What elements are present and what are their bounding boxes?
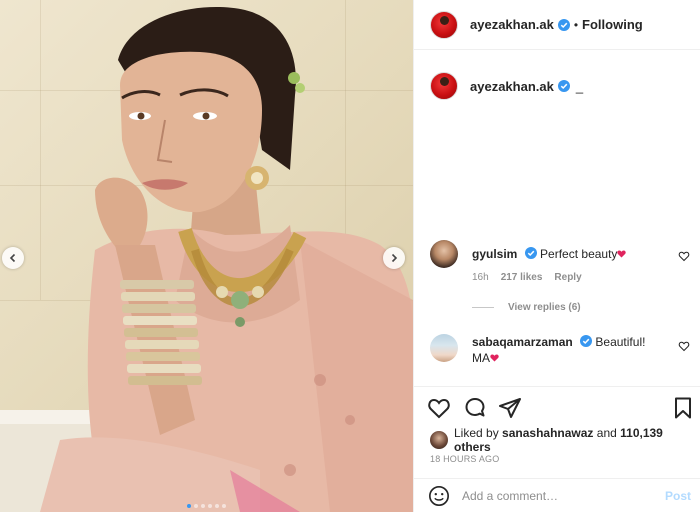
- likes-and-label: and: [596, 426, 617, 440]
- replies-divider: [472, 307, 494, 308]
- author-avatar[interactable]: [430, 10, 458, 39]
- view-replies-button[interactable]: View replies (6): [472, 302, 581, 313]
- following-button[interactable]: Following: [582, 17, 643, 32]
- commenter-username[interactable]: sabaqamarzaman: [472, 335, 573, 349]
- liker-username[interactable]: sanashahnawaz: [502, 426, 593, 440]
- carousel-next-button[interactable]: [383, 247, 405, 269]
- comment-text: Perfect beauty: [540, 247, 618, 261]
- caption-text: _: [575, 78, 584, 94]
- caption-username[interactable]: ayezakhan.ak: [470, 79, 554, 94]
- comment-text: Beautiful!: [595, 335, 646, 349]
- carousel-dot: [194, 504, 198, 508]
- author-username[interactable]: ayezakhan.ak: [470, 17, 554, 32]
- liker-avatar[interactable]: [430, 431, 448, 449]
- reply-button[interactable]: Reply: [554, 272, 581, 283]
- comments-list[interactable]: ayezakhan.ak _ gyulsim Perfect beauty 16…: [414, 50, 700, 384]
- verified-badge-icon: [580, 335, 593, 347]
- view-replies-label: View replies (6): [508, 302, 581, 313]
- liked-by-label: Liked by: [454, 426, 499, 440]
- post-header: ayezakhan.ak • Following: [414, 0, 700, 50]
- heart-icon[interactable]: [427, 396, 451, 420]
- verified-badge-icon: [557, 80, 570, 92]
- comment-time: 16h: [472, 272, 489, 283]
- commenter-username[interactable]: gyulsim: [472, 247, 517, 261]
- carousel-dot: [222, 504, 226, 508]
- chevron-right-icon: [391, 253, 398, 263]
- heart-emoji-icon: [490, 354, 499, 362]
- comment-item: sabaqamarzaman Beautiful! MA: [430, 334, 690, 366]
- comment-text-line2: MA: [472, 351, 490, 365]
- comment-item: gyulsim Perfect beauty 16h 217 likes Rep…: [430, 240, 690, 283]
- chevron-left-icon: [9, 253, 16, 263]
- action-bar: [414, 386, 700, 426]
- smile-icon[interactable]: [428, 485, 450, 507]
- commenter-avatar[interactable]: [430, 334, 458, 362]
- heart-emoji-icon: [617, 250, 627, 258]
- like-comment-heart-icon[interactable]: [678, 250, 690, 262]
- likes-summary: Liked by sanashahnawaz and 110,139 other…: [430, 426, 700, 454]
- post-timestamp[interactable]: 18 HOURS AGO: [430, 454, 499, 464]
- post-caption: ayezakhan.ak _: [430, 72, 583, 100]
- comment-likes[interactable]: 217 likes: [501, 272, 543, 283]
- carousel-prev-button[interactable]: [2, 247, 24, 269]
- carousel-dot: [187, 504, 191, 508]
- comment-icon[interactable]: [463, 396, 487, 420]
- share-icon[interactable]: [498, 396, 522, 420]
- commenter-avatar[interactable]: [430, 240, 458, 268]
- author-avatar[interactable]: [430, 72, 458, 100]
- post-detail-panel: ayezakhan.ak • Following ayezakhan.ak _ …: [413, 0, 700, 512]
- portrait-illustration: [0, 7, 413, 512]
- carousel-dot: [208, 504, 212, 508]
- carousel-dot: [201, 504, 205, 508]
- verified-badge-icon: [557, 18, 570, 31]
- carousel-dot: [215, 504, 219, 508]
- like-comment-heart-icon[interactable]: [678, 340, 690, 352]
- comment-input[interactable]: [462, 488, 665, 503]
- verified-badge-icon: [524, 247, 537, 259]
- carousel-indicator: [0, 504, 413, 508]
- save-icon[interactable]: [671, 396, 695, 420]
- post-comment-button[interactable]: Post: [665, 489, 691, 503]
- add-comment-bar: Post: [414, 478, 700, 512]
- post-photo[interactable]: [0, 0, 413, 512]
- separator-bullet: •: [573, 17, 579, 32]
